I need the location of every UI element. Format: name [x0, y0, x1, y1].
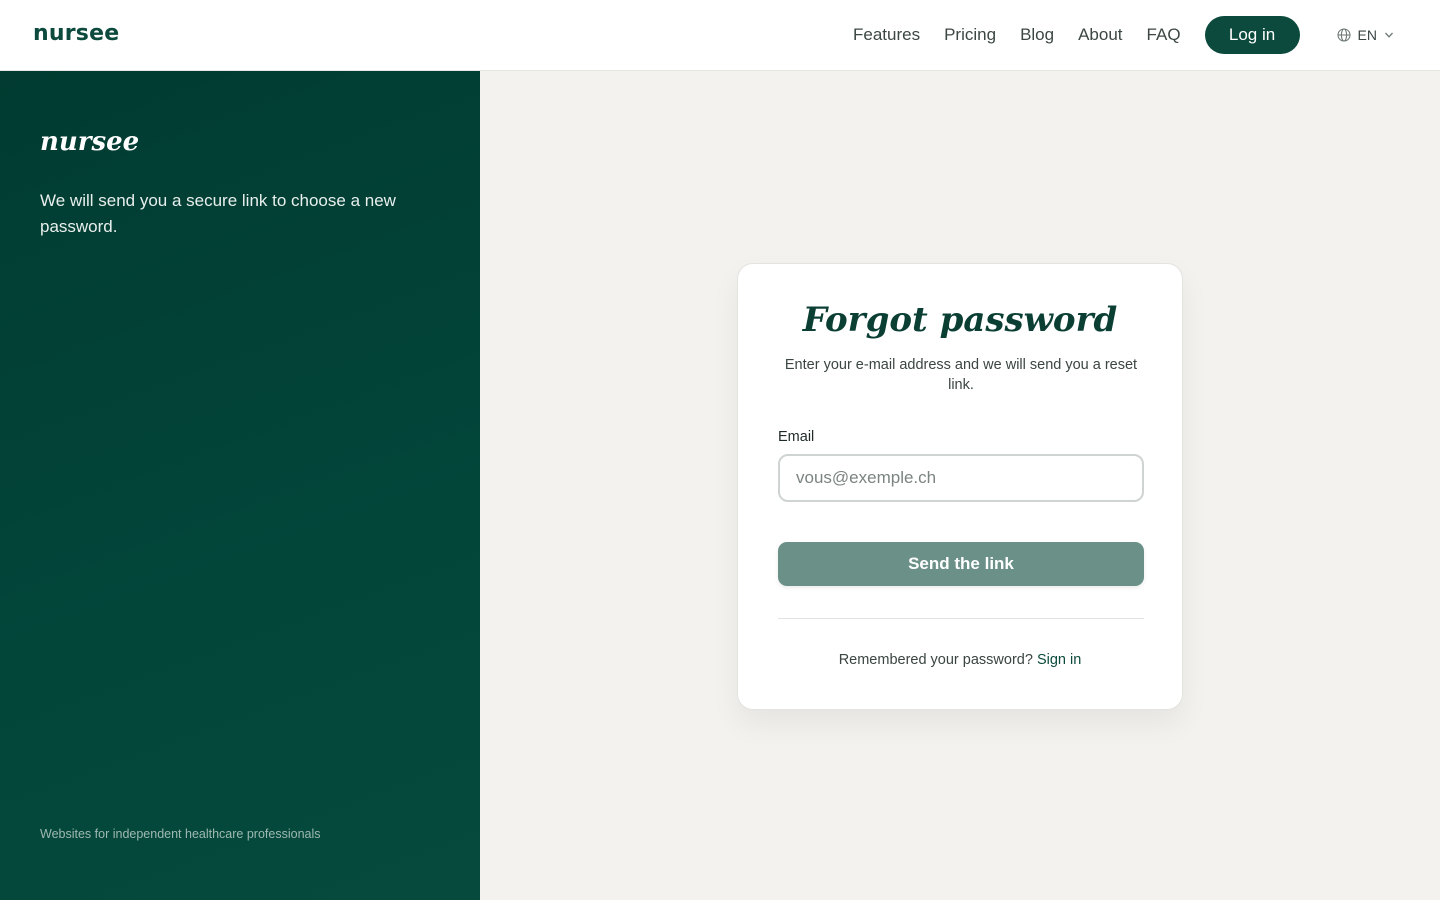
forgot-password-card: Forgot password Enter your e-mail addres…	[737, 263, 1183, 710]
panel-message: We will send you a secure link to choose…	[40, 191, 396, 236]
email-label: Email	[778, 429, 815, 445]
nav-pricing[interactable]: Pricing	[944, 25, 996, 45]
nav-about[interactable]: About	[1078, 25, 1122, 45]
send-link-button[interactable]: Send the link	[778, 542, 1144, 586]
sign-in-link[interactable]: Sign in	[1037, 652, 1081, 668]
login-button[interactable]: Log in	[1204, 16, 1300, 54]
main-nav: Features Pricing Blog About FAQ Log in E…	[853, 0, 1440, 70]
chevron-down-icon	[1385, 32, 1393, 38]
top-navigation-bar: nursee Features Pricing Blog About FAQ L…	[0, 0, 1440, 71]
language-code: EN	[1357, 27, 1377, 43]
page-title: Forgot password	[802, 300, 1118, 340]
divider	[778, 618, 1144, 619]
left-info-panel: nursee We will send you a secure link to…	[0, 71, 480, 900]
nav-faq[interactable]: FAQ	[1147, 25, 1181, 45]
globe-icon	[1336, 28, 1351, 42]
nav-features[interactable]: Features	[853, 25, 920, 45]
panel-logo: nursee	[40, 127, 140, 157]
remember-row: Remembered your password? Sign in	[738, 652, 1182, 668]
email-field[interactable]	[778, 454, 1144, 502]
brand-logo[interactable]: nursee	[33, 21, 119, 46]
remember-text: Remembered your password?	[838, 652, 1033, 668]
language-selector[interactable]: EN	[1336, 27, 1394, 43]
panel-tagline: Websites for independent healthcare prof…	[40, 827, 321, 841]
nav-blog[interactable]: Blog	[1020, 25, 1054, 45]
card-subtitle: Enter your e-mail address and we will se…	[784, 357, 1138, 393]
